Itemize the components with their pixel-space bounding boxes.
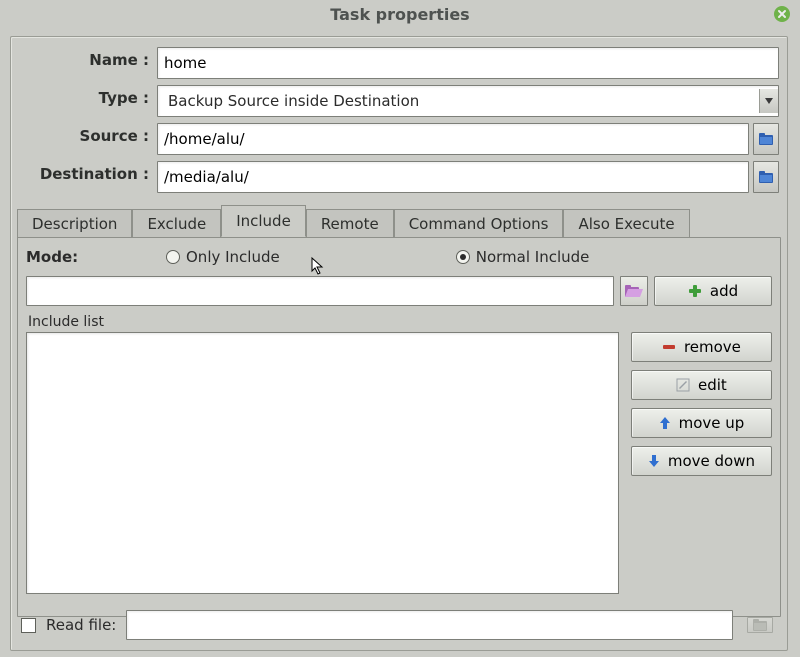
- window-title: Task properties: [330, 5, 469, 24]
- browse-destination-button[interactable]: [753, 161, 779, 193]
- add-button[interactable]: add: [654, 276, 772, 306]
- tabs: Description Exclude Include Remote Comma…: [17, 207, 781, 617]
- tab-include[interactable]: Include: [221, 205, 306, 237]
- tab-remote[interactable]: Remote: [306, 209, 394, 238]
- edit-button[interactable]: edit: [631, 370, 772, 400]
- add-button-label: add: [710, 282, 738, 300]
- tab-exclude[interactable]: Exclude: [132, 209, 221, 238]
- remove-button[interactable]: remove: [631, 332, 772, 362]
- list-area: Include list remove: [26, 312, 772, 594]
- tab-also-execute[interactable]: Also Execute: [563, 209, 689, 238]
- input-name[interactable]: [157, 47, 779, 79]
- radio-only-include-label: Only Include: [186, 248, 280, 266]
- tab-description[interactable]: Description: [17, 209, 132, 238]
- tab-bar: Description Exclude Include Remote Comma…: [17, 207, 781, 237]
- add-row: add: [26, 276, 772, 306]
- folder-icon: [758, 170, 774, 184]
- combo-type[interactable]: Backup Source inside Destination: [157, 85, 779, 117]
- radio-normal-include-label: Normal Include: [476, 248, 590, 266]
- radio-normal-include[interactable]: Normal Include: [456, 248, 590, 266]
- edit-button-label: edit: [698, 376, 727, 394]
- form-area: Name : Type : Backup Source inside Desti…: [11, 37, 787, 203]
- tab-command-options[interactable]: Command Options: [394, 209, 564, 238]
- combo-type-dropdown[interactable]: [759, 89, 778, 113]
- label-type: Type :: [19, 85, 157, 117]
- folder-open-icon: [625, 284, 643, 298]
- move-up-button-label: move up: [679, 414, 745, 432]
- radio-dot-icon: [456, 250, 470, 264]
- label-mode: Mode:: [26, 248, 138, 266]
- title-bar: Task properties: [0, 0, 800, 28]
- label-name: Name :: [19, 47, 157, 79]
- row-name: Name :: [19, 47, 779, 79]
- cursor-icon: [308, 255, 326, 277]
- move-down-button-label: move down: [668, 452, 755, 470]
- chevron-down-icon: [765, 98, 773, 104]
- label-source: Source :: [19, 123, 157, 155]
- list-buttons: remove edit move up: [631, 312, 772, 594]
- input-destination[interactable]: [157, 161, 749, 193]
- browse-read-file-button[interactable]: [747, 617, 773, 633]
- dialog-frame: Name : Type : Backup Source inside Desti…: [10, 36, 788, 651]
- row-source: Source :: [19, 123, 779, 155]
- input-include-pattern[interactable]: [26, 276, 614, 306]
- close-icon: [777, 9, 787, 19]
- row-destination: Destination :: [19, 161, 779, 193]
- input-source[interactable]: [157, 123, 749, 155]
- minus-icon: [662, 340, 676, 354]
- combo-type-value: Backup Source inside Destination: [164, 92, 759, 110]
- include-list-caption: Include list: [28, 314, 619, 330]
- input-read-file[interactable]: [126, 610, 733, 640]
- browse-include-button[interactable]: [620, 276, 648, 306]
- folder-icon: [758, 132, 774, 146]
- include-list[interactable]: [26, 332, 619, 594]
- row-type: Type : Backup Source inside Destination: [19, 85, 779, 117]
- edit-icon: [676, 378, 690, 392]
- move-down-button[interactable]: move down: [631, 446, 772, 476]
- folder-icon: [752, 618, 768, 632]
- radio-dot-icon: [166, 250, 180, 264]
- tab-panel-include: Mode: Only Include Normal Include: [17, 237, 781, 617]
- move-up-button[interactable]: move up: [631, 408, 772, 438]
- mode-row: Mode: Only Include Normal Include: [26, 248, 772, 266]
- radio-only-include[interactable]: Only Include: [166, 248, 280, 266]
- arrow-down-icon: [648, 454, 660, 468]
- checkbox-read-file[interactable]: [21, 618, 36, 633]
- label-read-file: Read file:: [46, 616, 116, 634]
- read-file-row: Read file:: [21, 610, 773, 640]
- close-button[interactable]: [774, 6, 790, 22]
- browse-source-button[interactable]: [753, 123, 779, 155]
- arrow-up-icon: [659, 416, 671, 430]
- label-destination: Destination :: [19, 161, 157, 193]
- remove-button-label: remove: [684, 338, 741, 356]
- plus-icon: [688, 284, 702, 298]
